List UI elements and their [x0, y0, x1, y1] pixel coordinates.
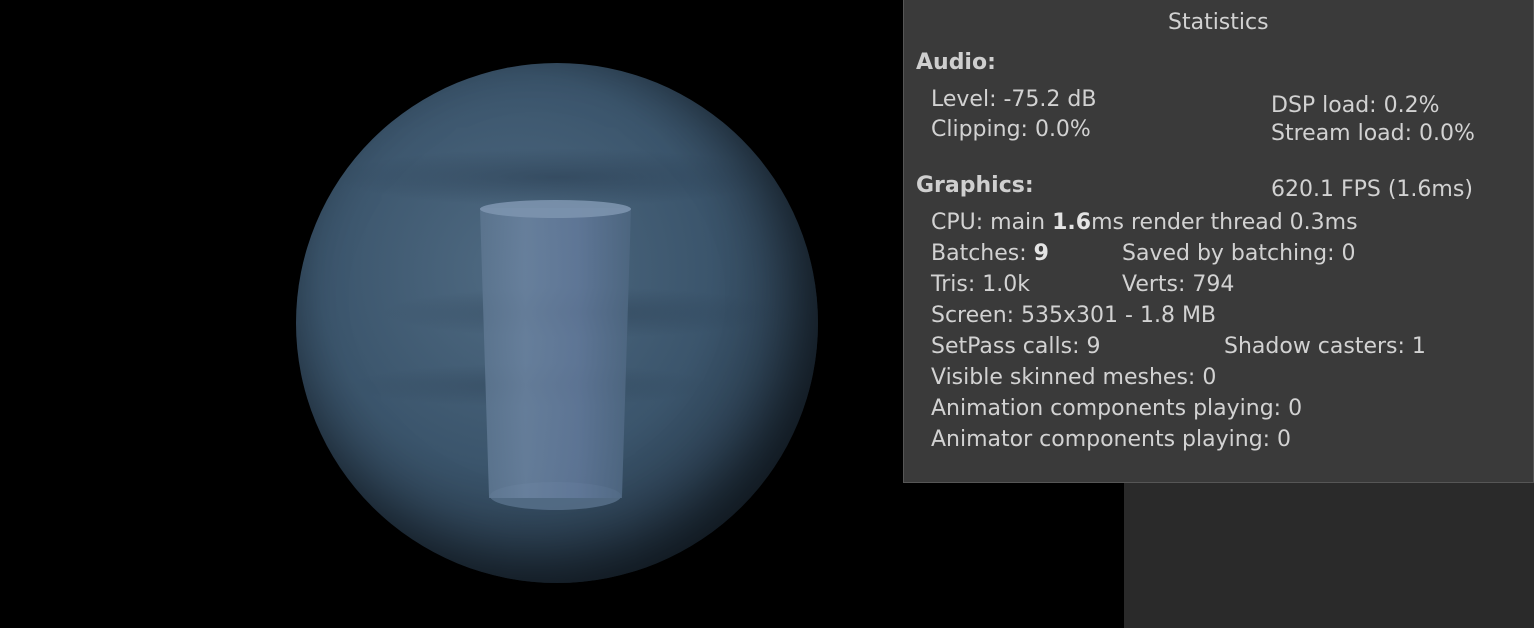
cpu-prefix: CPU: main — [931, 210, 1053, 235]
tris-readout: Tris: 1.0k — [931, 272, 1030, 297]
screen-readout: Screen: 535x301 - 1.8 MB — [931, 303, 1217, 328]
cylinder-object — [480, 200, 631, 510]
saved-by-batching: Saved by batching: 0 — [1122, 241, 1356, 266]
shadow-casters: Shadow casters: 1 — [1224, 334, 1426, 359]
cpu-main-value: 1.6 — [1052, 210, 1092, 235]
cpu-readout: CPU: main 1.6ms render thread 0.3ms — [931, 210, 1358, 236]
animation-components: Animation components playing: 0 — [931, 396, 1303, 421]
audio-stream-load: Stream load: 0.0% — [1271, 121, 1475, 146]
cylinder-top — [480, 200, 631, 218]
cpu-suffix: ms render thread 0.3ms — [1091, 210, 1358, 235]
audio-clipping: Clipping: 0.0% — [931, 117, 1091, 142]
setpass-calls: SetPass calls: 9 — [931, 334, 1101, 359]
verts-readout: Verts: 794 — [1122, 272, 1235, 297]
audio-level: Level: -75.2 dB — [931, 87, 1097, 112]
panel-title: Statistics — [1168, 10, 1269, 35]
batches-value: 9 — [1033, 241, 1049, 266]
cylinder-body — [480, 208, 631, 498]
batches-readout: Batches: 9 — [931, 241, 1049, 267]
batches-label: Batches: — [931, 241, 1034, 266]
animator-components: Animator components playing: 0 — [931, 427, 1292, 452]
fps-readout: 620.1 FPS (1.6ms) — [1271, 177, 1473, 202]
audio-dsp-load: DSP load: 0.2% — [1271, 93, 1440, 118]
background-panel — [1124, 480, 1534, 628]
visible-skinned-meshes: Visible skinned meshes: 0 — [931, 365, 1217, 390]
statistics-panel: Statistics Audio: Level: -75.2 dB Clippi… — [903, 0, 1534, 483]
audio-header: Audio: — [916, 50, 996, 75]
graphics-header: Graphics: — [916, 173, 1034, 198]
